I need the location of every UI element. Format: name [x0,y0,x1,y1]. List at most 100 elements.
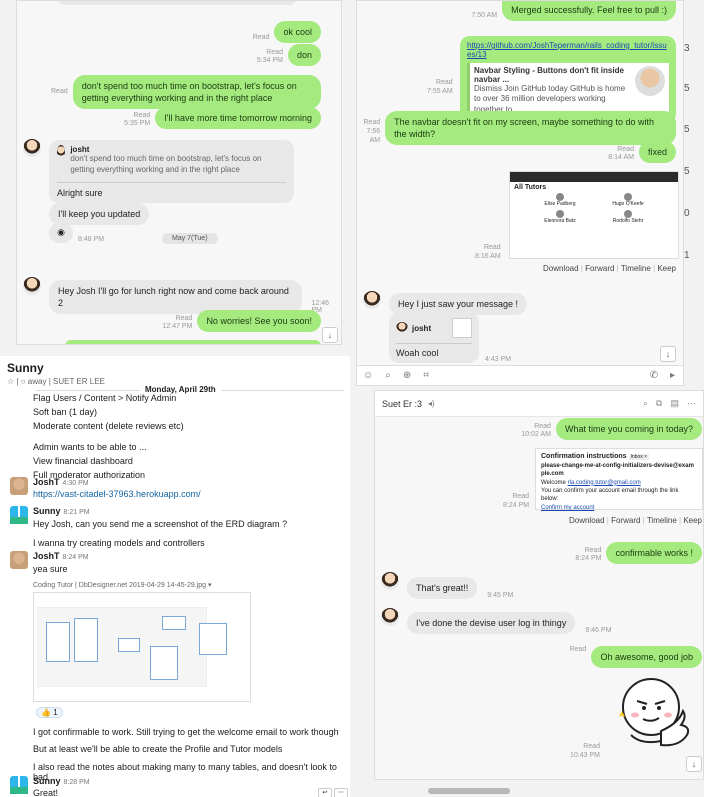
erd-table [118,638,140,652]
message-bubble[interactable]: Oh awesome, good job [591,646,702,669]
emoji-icon[interactable]: ☺ [363,370,373,381]
message-bubble[interactable]: fixed [638,141,676,164]
message-time: 8:48 PM [78,236,105,243]
timeline-link[interactable]: Timeline [647,516,677,525]
message-row: Read 12:47 PM No worries! See you soon! [162,310,321,333]
message-bubble[interactable]: don't spend too much time on bootstrap, … [72,75,321,110]
message-bubble[interactable]: I've done the devise user log in thingy [407,612,576,635]
message-bubble[interactable]: What time you coming in today? [555,418,702,441]
message-line: View financial dashboard [33,456,133,466]
message-row: 7:50 AM Merged successfully. Feel free t… [471,1,676,22]
copy-icon[interactable]: ⧉ [656,398,662,409]
file-title[interactable]: Coding Tutor | DbDesigner.net 2019-04-29… [33,581,212,589]
avatar[interactable] [381,608,399,626]
avatar[interactable] [23,277,41,295]
message-bubble[interactable]: No worries! See you soon! [197,310,321,333]
call-icon[interactable]: ✆ [650,370,658,381]
avatar[interactable] [10,776,28,794]
presence-icon: ○ [20,377,26,386]
message-row: Read ok cool [253,21,321,44]
read-status: Read 8:14 AM [608,145,634,162]
chat-header: Suet Er :3 ◂) ⌕ ⧉ ▤ ⋯ [375,391,703,417]
mute-icon[interactable]: ◂) [428,399,435,408]
scroll-down-button[interactable]: ↓ [322,327,338,343]
avatar[interactable] [381,572,399,590]
download-link[interactable]: Download [543,264,579,273]
reply-icon[interactable]: ↩ [318,788,332,797]
screenshot-icon[interactable]: ⌗ [423,370,429,381]
video-icon[interactable]: ▸ [670,370,675,381]
message-header: JoshT 4:30 PM [33,477,89,487]
avatar[interactable] [10,551,28,569]
channel-name[interactable]: Sunny [7,361,44,375]
quote-reply-bubble[interactable]: josht Woah cool [389,313,479,363]
forward-link[interactable]: Forward [611,516,640,525]
message-bubble[interactable]: ok cool [274,21,321,44]
chat-title[interactable]: Suet Er :3 [382,399,422,409]
quote-author: josht [70,145,90,154]
message-line: I got confirmable to work. Still trying … [33,727,339,737]
link-preview-card[interactable]: Navbar Styling - Buttons don't fit insid… [467,63,669,119]
star-icon[interactable]: ☆ [7,377,14,386]
keep-link[interactable]: Keep [657,264,676,273]
message-line: Soft ban (1 day) [33,407,98,417]
author-name[interactable]: Sunny [33,506,61,516]
timeline-link[interactable]: Timeline [621,264,651,273]
file-icon[interactable]: ⊕ [403,370,411,381]
attach-icon[interactable]: ⌕ [385,370,391,381]
author-name[interactable]: Sunny [33,776,61,786]
message-row: ◉ 8:48 PM [49,223,104,243]
edge-numbers: 3 5 5 5 0 1 [684,43,690,261]
message-row: Read Oh awesome, good job [570,646,702,669]
message-row: Read don't spend too much time on bootst… [51,75,321,110]
author-name[interactable]: JoshT [33,551,60,561]
email-body: You can confirm your account email throu… [541,487,679,503]
message-line: Moderate content (delete reviews etc) [33,421,184,431]
email-screenshot[interactable]: Confirmation instructions Inbox × please… [535,448,703,512]
message-row: Read 10:02 AM What time you coming in tod… [521,418,702,441]
message-time: 4:30 PM [62,480,89,487]
quote-thumbnail [452,318,472,338]
search-icon[interactable]: ⌕ [643,398,648,409]
read-status: Read 8:24 PM [575,546,602,563]
read-status: Read [51,87,68,95]
message-bubble[interactable]: don [287,44,321,67]
avatar[interactable] [10,506,28,524]
chat-window-top-left: Read ok cool Read 5:34 PM don Read don't … [16,0,342,345]
more-icon[interactable]: ⋯ [687,398,696,409]
message-bubble[interactable]: I'll have more time tomorrow morning [155,107,321,130]
download-link[interactable]: Download [569,516,605,525]
message-bubble[interactable]: confirmable works ! [606,542,702,565]
quote-avatar [396,322,408,334]
message-line: Great! [33,788,59,797]
reaction-thumbs-up[interactable]: 👍 1 [36,707,63,718]
scroll-down-button[interactable]: ↓ [660,346,676,362]
message-time: 9:45 PM [487,592,514,600]
sticker-thumbs-up[interactable] [611,673,695,757]
erd-image[interactable] [33,592,251,702]
date-divider: May 7(Tue) [162,233,218,244]
email-confirm-link[interactable]: Confirm my account [541,504,697,512]
forward-link[interactable]: Forward [585,264,614,273]
album-icon[interactable]: ▤ [670,398,679,409]
chevron-down-icon[interactable]: ▾ [208,582,212,589]
avatar[interactable] [10,477,28,495]
author-name[interactable]: JoshT [33,477,60,487]
more-icon[interactable]: ⋯ [334,788,348,797]
message-line: I wanna try creating models and controll… [33,538,205,548]
github-link[interactable]: https://github.com/JoshTeperman/rails_co… [467,41,669,59]
keep-link[interactable]: Keep [683,516,702,525]
message-bubble[interactable]: Merged successfully. Feel free to pull :… [502,1,676,22]
message-bubble[interactable]: Hey I just saw your message ! [389,293,528,316]
horizontal-scrollbar[interactable] [428,788,510,794]
message-bubble[interactable]: That's great!! [407,577,478,600]
quote-reply-bubble[interactable]: josht don't spend too much time on boots… [49,140,294,203]
scroll-down-button[interactable]: ↓ [686,756,702,772]
message-bubble[interactable]: I'll keep you updated [49,203,150,226]
avatar[interactable] [23,139,41,157]
screenshot-image[interactable]: All Tutors Elise Padberg Hugo O'Keefe El… [509,171,679,259]
sticker-icon[interactable]: ◉ [49,223,73,243]
message-row: I'll keep you updated [49,203,150,226]
avatar[interactable] [363,291,381,309]
heroku-link[interactable]: https://vast-citadel-37963.herokuapp.com… [33,489,201,499]
